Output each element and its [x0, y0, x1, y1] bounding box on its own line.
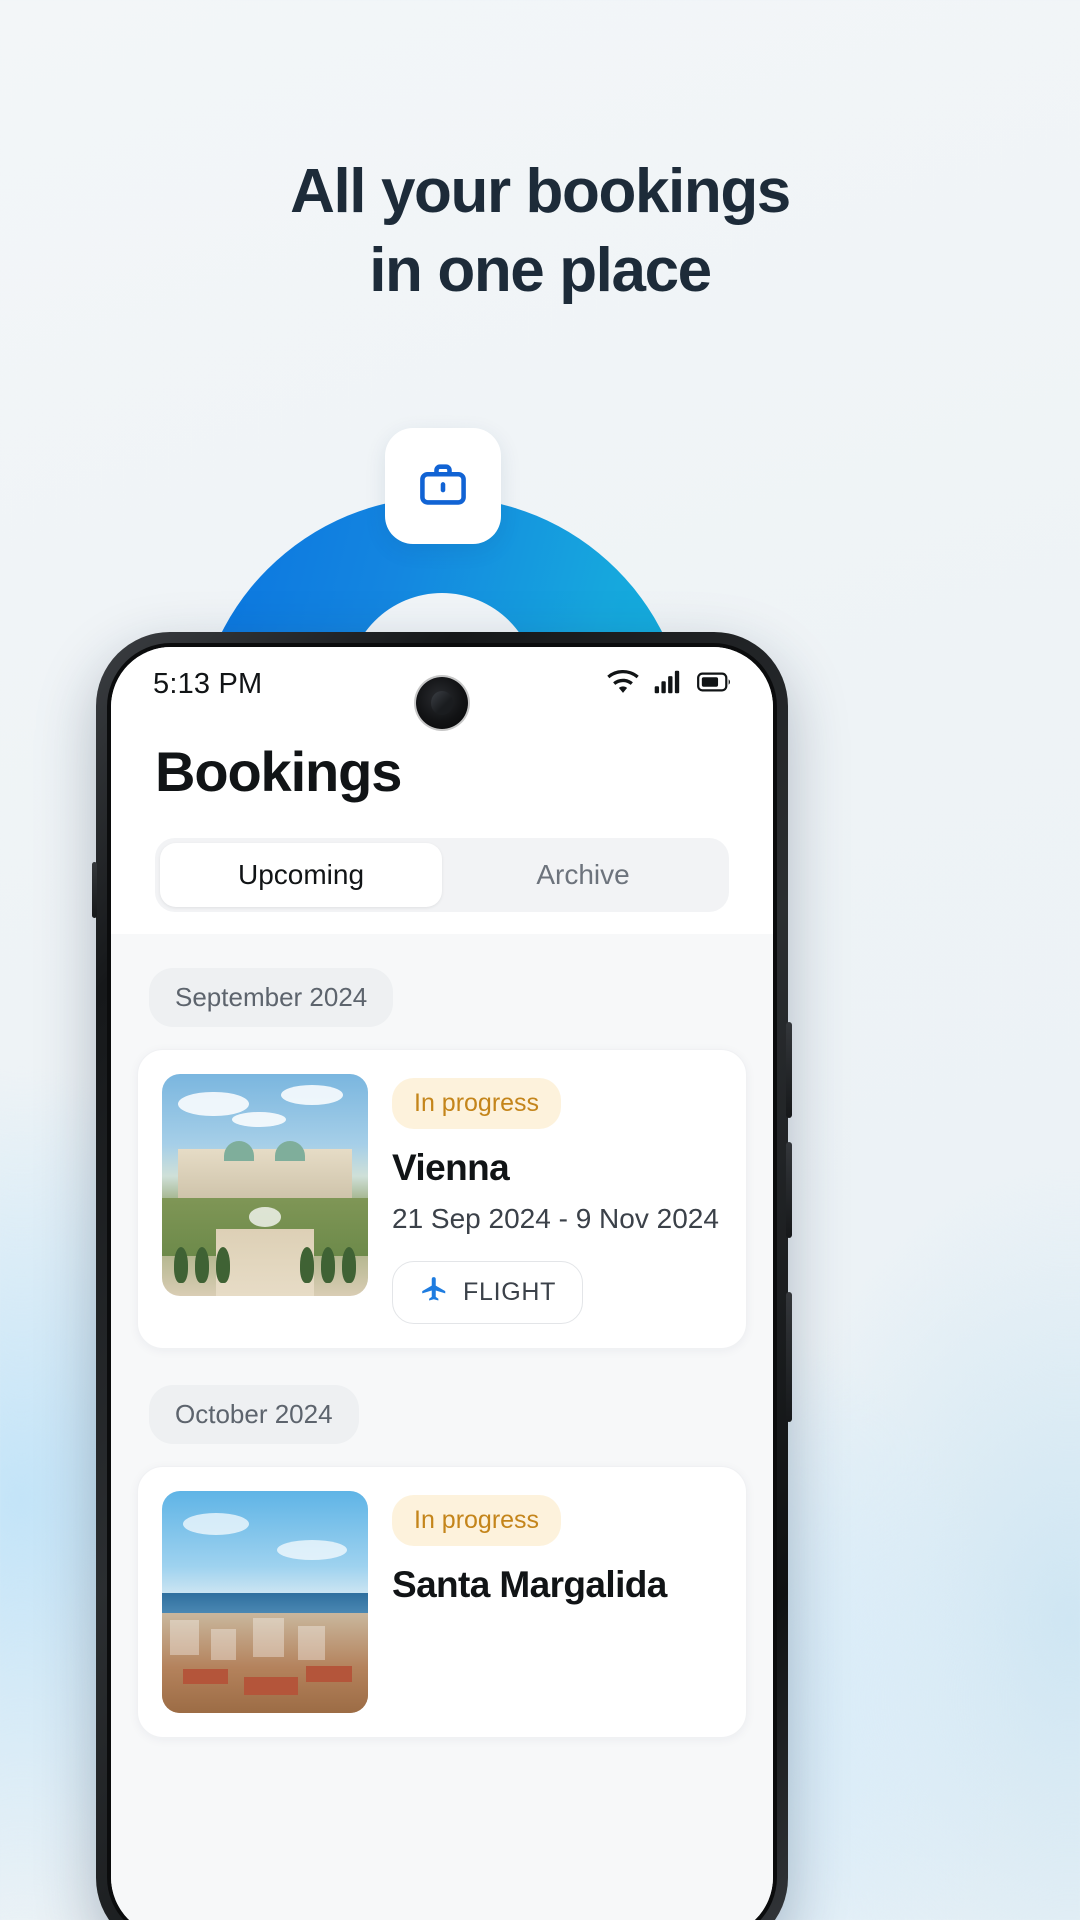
booking-thumbnail-vienna: [162, 1074, 368, 1296]
tab-archive-label: Archive: [536, 859, 630, 890]
tab-upcoming-label: Upcoming: [237, 859, 365, 890]
status-badge-santa-margalida: In progress: [392, 1495, 562, 1546]
status-bar: 5:13 PM: [111, 647, 773, 729]
promo-headline-line2: in one place: [369, 236, 712, 306]
app-header: Bookings Upcoming Archive: [111, 721, 773, 912]
booking-type-row-vienna: FLIGHT: [392, 1261, 722, 1324]
status-bar-icons: [607, 669, 731, 699]
booking-card-vienna[interactable]: In progress Vienna 21 Sep 2024 - 9 Nov 2…: [137, 1049, 747, 1349]
booking-title-santa-margalida: Santa Margalida: [392, 1564, 667, 1605]
phone-power-button[interactable]: [786, 1292, 792, 1422]
app-icon-tile: [385, 428, 501, 544]
page-title: Bookings: [155, 740, 402, 803]
battery-icon: [697, 671, 731, 698]
phone-bezel: 5:13 PM Bookings Upcoming Archive Septem…: [107, 643, 777, 1920]
booking-title-vienna: Vienna: [392, 1147, 510, 1188]
booking-card-body-vienna: In progress Vienna 21 Sep 2024 - 9 Nov 2…: [392, 1074, 722, 1324]
booking-dates-vienna: 21 Sep 2024 - 9 Nov 2024: [392, 1203, 719, 1234]
bookings-list[interactable]: September 2024 In progress Vienna 21 Sep…: [111, 934, 773, 1920]
airplane-icon: [419, 1274, 449, 1311]
tab-archive[interactable]: Archive: [442, 843, 724, 907]
booking-card-body-santa-margalida: In progress Santa Margalida: [392, 1491, 722, 1713]
tab-upcoming[interactable]: Upcoming: [160, 843, 442, 907]
wifi-icon: [607, 669, 639, 699]
phone-volume-up-button[interactable]: [786, 1022, 792, 1118]
booking-card-santa-margalida[interactable]: In progress Santa Margalida: [137, 1466, 747, 1738]
month-chip-october: October 2024: [149, 1385, 359, 1444]
promo-headline-line1: All your bookings: [290, 157, 791, 226]
segmented-tabs: Upcoming Archive: [155, 838, 729, 912]
cellular-signal-icon: [654, 670, 682, 699]
booking-type-chip-flight[interactable]: FLIGHT: [392, 1261, 584, 1324]
phone-screen: 5:13 PM Bookings Upcoming Archive Septem…: [111, 647, 773, 1920]
month-chip-september: September 2024: [149, 968, 394, 1027]
front-camera-punch-hole: [416, 677, 468, 729]
briefcase-icon: [417, 458, 469, 515]
promo-headline: All your bookings in one place: [0, 152, 1080, 311]
phone-volume-down-button[interactable]: [786, 1142, 792, 1238]
status-badge-vienna: In progress: [392, 1078, 562, 1129]
phone-device-frame: 5:13 PM Bookings Upcoming Archive Septem…: [92, 632, 792, 1920]
phone-silent-switch[interactable]: [92, 862, 97, 918]
booking-thumbnail-santa-margalida: [162, 1491, 368, 1713]
status-bar-time: 5:13 PM: [153, 667, 263, 700]
header-spacer: [111, 912, 773, 934]
booking-type-label-flight: FLIGHT: [463, 1278, 557, 1306]
